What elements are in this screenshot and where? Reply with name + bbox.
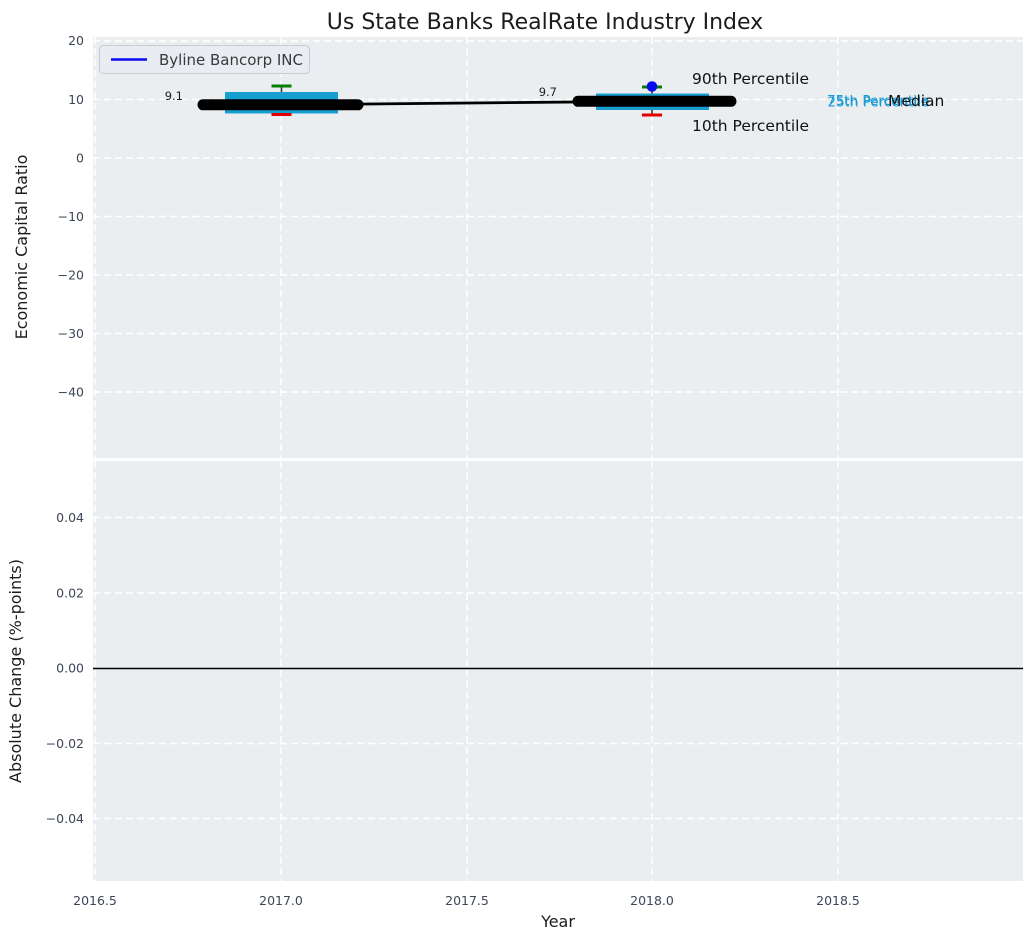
bottom-ytick-000: 0.00 bbox=[56, 661, 84, 676]
bottom-ytick-n002: −0.02 bbox=[46, 736, 84, 751]
xtick-2018-0: 2018.0 bbox=[630, 893, 674, 908]
xtick-2017-0: 2017.0 bbox=[259, 893, 303, 908]
bottom-ytick-n004: −0.04 bbox=[46, 811, 84, 826]
annotation-median: Median bbox=[888, 92, 944, 110]
bottom-ytick-002: 0.02 bbox=[56, 586, 84, 601]
xtick-2017-5: 2017.5 bbox=[445, 893, 489, 908]
median-value-2017: 9.1 bbox=[165, 89, 183, 103]
top-ytick-10: 10 bbox=[68, 92, 84, 107]
figure: 9.1 9.7 90th Percentile 10th Percentile … bbox=[0, 0, 1034, 942]
top-ytick-n30: −30 bbox=[58, 326, 84, 341]
bottom-ytick-004: 0.04 bbox=[56, 510, 84, 525]
chart-title: Us State Banks RealRate Industry Index bbox=[327, 10, 763, 35]
top-y-axis-label: Economic Capital Ratio bbox=[12, 155, 31, 340]
xtick-2016-5: 2016.5 bbox=[73, 893, 117, 908]
top-ytick-n20: −20 bbox=[58, 268, 84, 283]
legend-label: Byline Bancorp INC bbox=[159, 51, 303, 69]
annotation-10th-percentile: 10th Percentile bbox=[692, 117, 809, 135]
company-point-2018 bbox=[646, 81, 658, 92]
xtick-2018-5: 2018.5 bbox=[816, 893, 860, 908]
x-axis-label: Year bbox=[540, 912, 575, 931]
top-ytick-n10: −10 bbox=[58, 209, 84, 224]
top-ytick-0: 0 bbox=[76, 151, 84, 166]
legend: Byline Bancorp INC bbox=[99, 45, 310, 74]
annotation-90th-percentile: 90th Percentile bbox=[692, 70, 809, 88]
median-value-2018: 9.7 bbox=[539, 85, 557, 99]
chart-svg: 9.1 9.7 90th Percentile 10th Percentile … bbox=[0, 0, 1034, 942]
top-ytick-20: 20 bbox=[68, 33, 84, 48]
top-ytick-n40: −40 bbox=[58, 385, 84, 400]
bottom-y-axis-label: Absolute Change (%-points) bbox=[6, 559, 25, 783]
